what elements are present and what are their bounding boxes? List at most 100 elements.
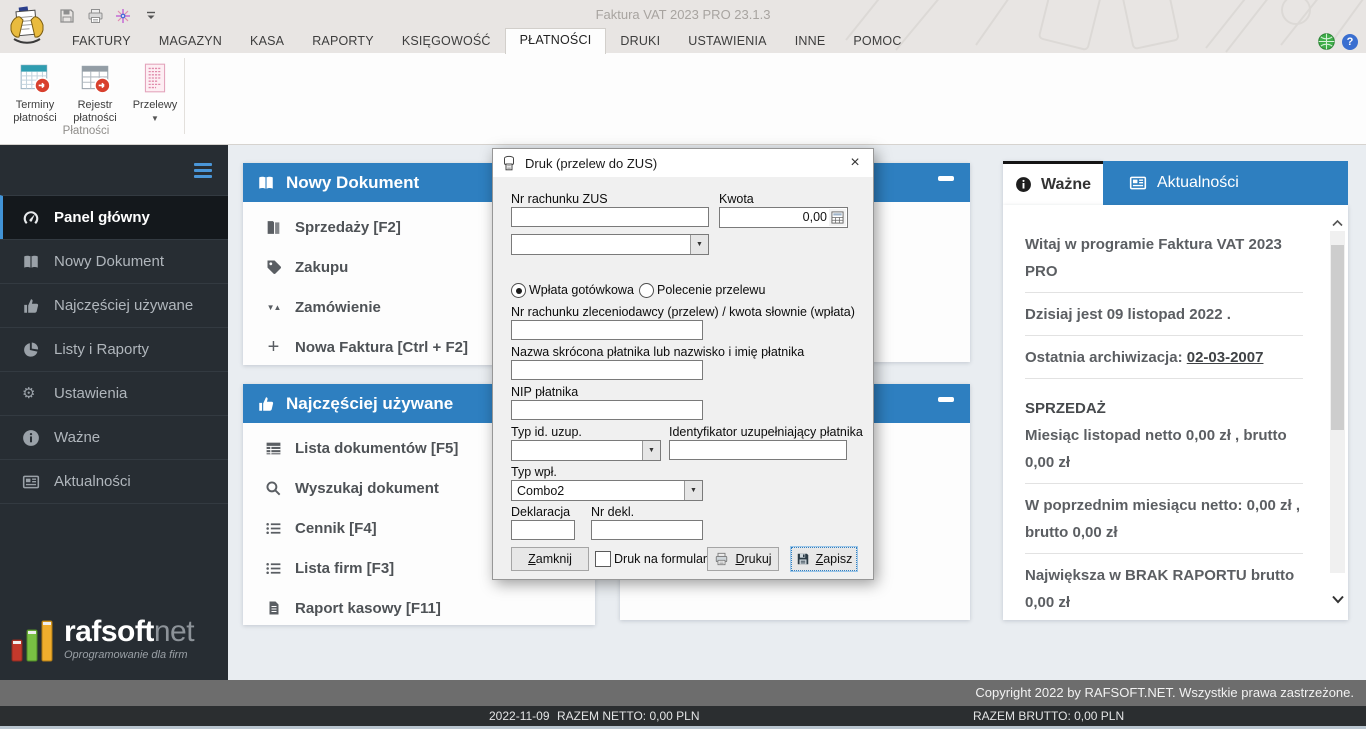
druk-na-formularzu-checkbox[interactable] <box>595 551 611 567</box>
sidebar-item-ustawienia[interactable]: ⚙ Ustawienia <box>0 371 228 415</box>
sidebar-item-wazne[interactable]: Ważne <box>0 415 228 459</box>
tab-ustawienia[interactable]: USTAWIENIA <box>674 30 780 53</box>
dialog-druk-przelew-zus: Druk (przelew do ZUS) × Nr rachunku ZUS … <box>492 148 874 580</box>
archive-date-link[interactable]: 02-03-2007 <box>1187 349 1264 366</box>
scrollbar[interactable] <box>1330 215 1345 607</box>
tab-faktury[interactable]: FAKTURY <box>58 30 145 53</box>
globe-icon[interactable] <box>1318 33 1335 50</box>
nr-rachunku-zus-input[interactable] <box>511 207 709 227</box>
rafsoft-logo[interactable]: rafsoftnet Oprogramowanie dla firm <box>10 617 195 665</box>
scroll-up-icon[interactable] <box>1330 215 1345 230</box>
chevron-down-icon[interactable]: ▼ <box>690 235 708 254</box>
deklaracja-label: Deklaracja <box>511 505 571 519</box>
menu-tabs: FAKTURY MAGAZYN KASA RAPORTY KSIĘGOWOŚĆ … <box>58 28 916 54</box>
rejestr-platnosci-button[interactable]: Rejestr płatności <box>68 57 122 125</box>
chevron-down-icon[interactable]: ▼ <box>642 441 660 460</box>
kwota-input[interactable]: 0,00 <box>719 207 848 228</box>
przelewy-button[interactable]: Przelewy ▼ <box>128 57 182 125</box>
typ-wpl-combobox[interactable]: Combo2 ▼ <box>511 480 703 501</box>
dialog-title-bar[interactable]: Druk (przelew do ZUS) × <box>493 149 873 177</box>
chevron-down-icon: ▼ <box>151 114 159 124</box>
sidebar-item-panel-glowny[interactable]: Panel główny <box>0 195 228 239</box>
terminy-platnosci-button[interactable]: Terminy płatności <box>8 57 62 125</box>
nazwa-platnika-input[interactable] <box>511 360 703 380</box>
identyfikator-input[interactable] <box>669 440 847 460</box>
radio-wplata-gotowkowa[interactable] <box>511 283 526 298</box>
close-icon[interactable]: × <box>837 149 873 177</box>
minimize-button[interactable] <box>938 176 954 181</box>
sidebar-item-listy-i-raporty[interactable]: Listy i Raporty <box>0 327 228 371</box>
chevron-down-icon[interactable]: ▼ <box>684 481 702 500</box>
item-label: Sprzedaży [F2] <box>295 218 401 236</box>
logo-tagline: Oprogramowanie dla firm <box>64 649 188 661</box>
nip-platnika-input[interactable] <box>511 400 703 420</box>
sidebar-item-label: Najczęściej używane <box>54 297 194 314</box>
typ-id-uzup-label: Typ id. uzup. <box>511 425 582 439</box>
sidebar-item-aktualnosci[interactable]: Aktualności <box>0 459 228 504</box>
item-label: Lista dokumentów [F5] <box>295 439 459 457</box>
today-text: Dzisiaj jest 09 listopad 2022 . <box>1025 306 1231 323</box>
tab-pomoc[interactable]: POMOC <box>839 30 915 53</box>
nr-zleceniodawcy-input[interactable] <box>511 320 703 340</box>
typ-id-uzup-combobox[interactable]: ▼ <box>511 440 661 461</box>
tab-inne[interactable]: INNE <box>781 30 840 53</box>
tab-ksiegowosc[interactable]: KSIĘGOWOŚĆ <box>388 30 505 53</box>
plus-icon: + <box>267 335 280 358</box>
item-label: Lista firm [F3] <box>295 559 395 577</box>
calculator-icon[interactable] <box>829 209 846 226</box>
sidebar-item-najczesciej-uzywane[interactable]: Najczęściej używane <box>0 283 228 327</box>
window-title: Faktura VAT 2023 PRO 23.1.3 <box>595 7 771 22</box>
table-icon <box>265 440 282 457</box>
scrollbar-thumb[interactable] <box>1331 245 1344 430</box>
calendar-payments-icon <box>18 61 52 95</box>
sidebar-item-nowy-dokument[interactable]: Nowy Dokument <box>0 239 228 283</box>
document-icon <box>265 600 282 617</box>
identyfikator-label: Identyfikator uzupełniający płatnika <box>669 425 863 439</box>
sidebar-item-label: Panel główny <box>54 209 150 226</box>
sidebar-item-label: Ważne <box>54 429 101 446</box>
help-icon[interactable]: ? <box>1342 33 1358 50</box>
minimize-button[interactable] <box>938 397 954 402</box>
tab-kasa[interactable]: KASA <box>236 30 298 53</box>
archive-line: Ostatnia archiwizacja: 02-03-2007 <box>1025 344 1303 371</box>
tab-raporty[interactable]: RAPORTY <box>298 30 388 53</box>
tab-wazne[interactable]: Ważne <box>1003 161 1103 205</box>
scroll-down-icon[interactable] <box>1330 592 1345 607</box>
printer-icon <box>714 552 729 566</box>
book-icon <box>265 219 282 236</box>
zapisz-button[interactable]: Zapisz <box>791 547 857 571</box>
item-label: Raport kasowy [F11] <box>295 599 441 617</box>
item-label: Zakupu <box>295 258 349 276</box>
drukuj-button[interactable]: Drukuj <box>707 547 779 571</box>
tab-druki[interactable]: DRUKI <box>606 30 674 53</box>
nazwa-platnika-label: Nazwa skrócona płatnika lub nazwisko i i… <box>511 345 805 359</box>
prev-month-sales-text: W poprzednim miesiącu netto: 0,00 zł , b… <box>1025 497 1301 541</box>
panel-title: Nowy Dokument <box>286 172 420 192</box>
largest-sales-text: Największa w BRAK RAPORTU brutto 0,00 zł <box>1025 567 1295 611</box>
deklaracja-input[interactable] <box>511 520 575 540</box>
book-icon <box>257 174 275 192</box>
print-roll-icon <box>501 155 517 171</box>
sidebar: Panel główny Nowy Dokument Najczęściej u… <box>0 145 228 680</box>
dialog-title: Druk (przelew do ZUS) <box>525 155 658 171</box>
sidebar-item-label: Listy i Raporty <box>54 341 150 358</box>
item-raport-kasowy[interactable]: Raport kasowy [F11] <box>243 588 595 628</box>
tab-aktualnosci[interactable]: Aktualności <box>1103 161 1348 205</box>
zus-account-combobox[interactable]: ▼ <box>511 234 709 255</box>
title-bar: Faktura VAT 2023 PRO 23.1.3 FAKTURY MAGA… <box>0 0 1366 54</box>
zamknij-button[interactable]: Zamknij <box>511 547 589 571</box>
hamburger-menu-icon[interactable] <box>194 163 212 181</box>
titlebar-right-icons: ? <box>1318 33 1358 50</box>
table-payments-icon <box>78 61 112 95</box>
status-bar: 2022-11-09 RAZEM NETTO: 0,00 PLN RAZEM B… <box>0 706 1366 726</box>
tab-magazyn[interactable]: MAGAZYN <box>145 30 236 53</box>
list-icon <box>265 560 282 577</box>
tab-platnosci[interactable]: PŁATNOŚCI <box>504 28 607 54</box>
archive-label: Ostatnia archiwizacja: <box>1025 349 1187 366</box>
nr-dekl-input[interactable] <box>591 520 703 540</box>
info-icon <box>1015 176 1032 193</box>
radio-polecenie-przelewu[interactable] <box>639 283 654 298</box>
status-netto: RAZEM NETTO: 0,00 PLN <box>557 709 700 723</box>
sidebar-menu: Panel główny Nowy Dokument Najczęściej u… <box>0 195 228 504</box>
tag-icon <box>265 259 282 276</box>
